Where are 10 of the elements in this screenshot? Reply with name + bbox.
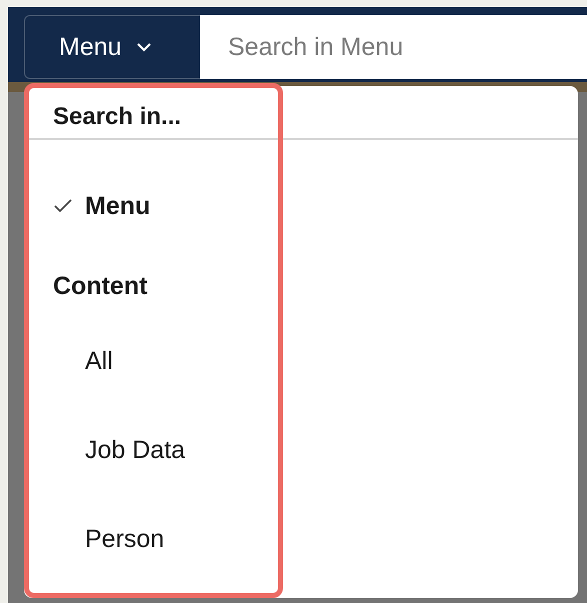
search-field[interactable]: Search in Menu bbox=[200, 15, 587, 79]
menu-header: Search in... bbox=[52, 102, 182, 132]
menu-option[interactable]: All bbox=[29, 346, 113, 376]
caret-icon bbox=[136, 42, 152, 52]
menu-option[interactable]: Job Data bbox=[29, 435, 186, 465]
menu-option[interactable]: Person bbox=[29, 524, 164, 554]
check-icon bbox=[53, 198, 73, 214]
group-heading: Content bbox=[53, 272, 148, 301]
search-scope-button[interactable]: Menu bbox=[24, 15, 200, 79]
menu-option[interactable]: Menu bbox=[29, 191, 150, 221]
